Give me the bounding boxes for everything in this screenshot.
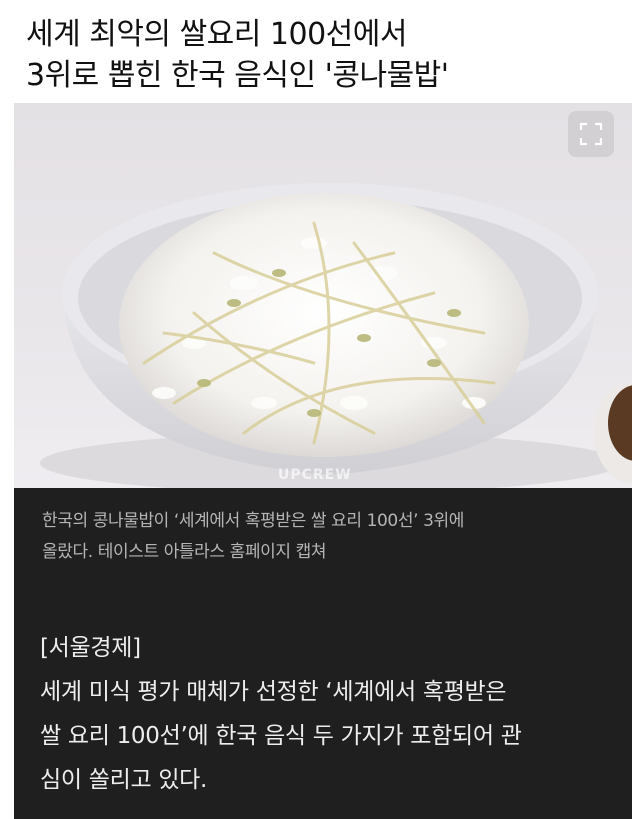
photo-watermark: UPCREW xyxy=(278,467,352,483)
article-text: [서울경제] 세계 미식 평가 매체가 선정한 ‘세계에서 혹평받은 쌀 요리 … xyxy=(40,626,620,802)
expand-icon xyxy=(579,122,603,146)
caption-line-2: 올랐다. 테이스트 아틀라스 홈페이지 캡쳐 xyxy=(42,542,327,562)
article-headline: 세계 최악의 쌀요리 100선에서 3위로 뽑힌 한국 음식인 '콩나물밥' xyxy=(0,0,632,103)
article-line-3: 심이 쏠리고 있다. xyxy=(40,767,208,793)
caption-line-1: 한국의 콩나물밥이 ‘세계에서 혹평받은 쌀 요리 100선’ 3위에 xyxy=(42,511,464,531)
photo-caption: 한국의 콩나물밥이 ‘세계에서 혹평받은 쌀 요리 100선’ 3위에 올랐다.… xyxy=(42,506,602,568)
expand-image-button[interactable] xyxy=(568,111,614,157)
headline-line-1: 세계 최악의 쌀요리 100선에서 xyxy=(26,17,407,52)
article-photo[interactable]: UPCREW xyxy=(14,103,632,488)
article-source: [서울경제] xyxy=(40,635,141,661)
article-line-2: 쌀 요리 100선’에 한국 음식 두 가지가 포함되어 관 xyxy=(40,723,522,749)
article-line-1: 세계 미식 평가 매체가 선정한 ‘세계에서 혹평받은 xyxy=(40,679,507,705)
bean-sprout-rice-bowl-image xyxy=(40,183,632,488)
article-body-panel: 한국의 콩나물밥이 ‘세계에서 혹평받은 쌀 요리 100선’ 3위에 올랐다.… xyxy=(14,488,632,819)
headline-line-2: 3위로 뽑힌 한국 음식인 '콩나물밥' xyxy=(26,58,449,93)
